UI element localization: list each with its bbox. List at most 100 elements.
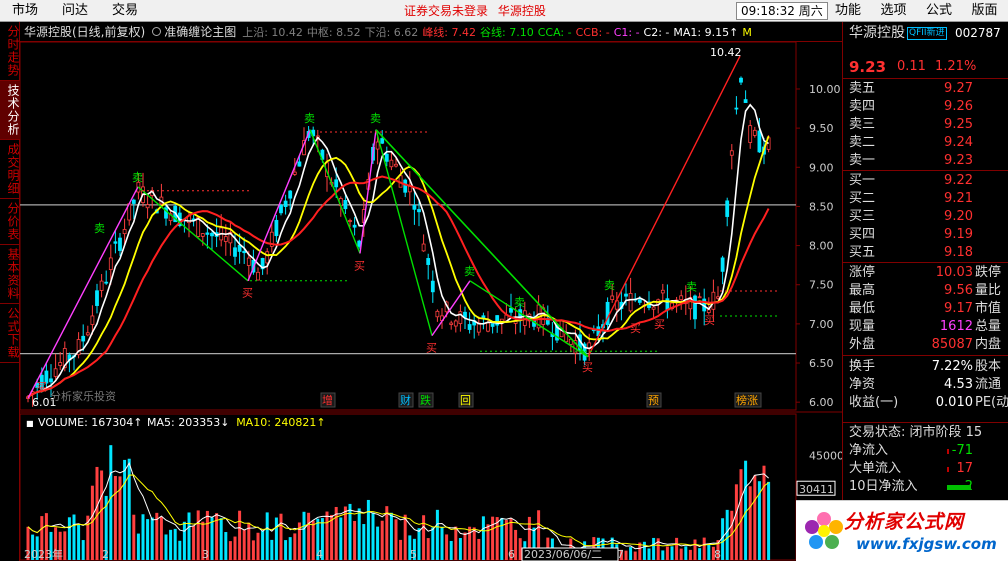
- candle-body: [743, 99, 748, 103]
- price-axis-label: 6.50: [809, 357, 834, 370]
- candle-body: [430, 280, 435, 293]
- logo-url[interactable]: www.fxjgsw.com: [856, 535, 997, 553]
- stat-row[interactable]: 最低 9.17 市值: [843, 300, 1008, 318]
- flow-row[interactable]: 净流入 -71: [843, 442, 1008, 460]
- menu-wenda[interactable]: 问达: [50, 0, 100, 22]
- volume-bar: [675, 537, 679, 560]
- bid-level[interactable]: 买一 9.22: [843, 172, 1008, 190]
- ask-level[interactable]: 卖二 9.24: [843, 134, 1008, 152]
- volume-bar: [702, 537, 706, 560]
- volume-bar: [325, 511, 329, 560]
- stat-row[interactable]: 收益(一) 0.010 PE(动: [843, 394, 1008, 412]
- flow-bar: [947, 449, 949, 454]
- volume-bar: [454, 526, 458, 560]
- candle-body: [99, 280, 104, 291]
- candle-body: [242, 250, 247, 254]
- volume-bar: [477, 538, 481, 560]
- top-menu-bar: 市场 问达 交易 证券交易未登录 华源控股 09:18:32 周六 功能 选项 …: [0, 0, 1008, 22]
- current-stock-title: 华源控股: [497, 4, 546, 18]
- volume-bar: [468, 526, 472, 560]
- indicator-name[interactable]: 准确缠论主图: [164, 23, 236, 40]
- volume-bar: [100, 470, 104, 560]
- stat-row[interactable]: 最高 9.56 量比: [843, 282, 1008, 300]
- volume-bar: [693, 539, 697, 560]
- quote-price-row: 9.23 0.11 1.21%: [843, 58, 1008, 78]
- volume-bar: [633, 551, 637, 560]
- bid-level[interactable]: 买三 9.20: [843, 208, 1008, 226]
- bid-level[interactable]: 买四 9.19: [843, 226, 1008, 244]
- flow-row[interactable]: 10日净流入-2: [843, 478, 1008, 496]
- candle-body: [81, 335, 86, 342]
- candle-body: [481, 315, 486, 319]
- bid-level-value: 9.20: [944, 209, 973, 224]
- bid-level[interactable]: 买五 9.18: [843, 244, 1008, 262]
- legend-item: CCA: -: [537, 25, 572, 39]
- ask-level[interactable]: 卖一 9.23: [843, 152, 1008, 170]
- volume-bar: [624, 550, 628, 560]
- flow-row-label: 净流入: [849, 443, 889, 458]
- login-status-text[interactable]: 证券交易未登录: [404, 4, 488, 18]
- date-axis-label: 4: [316, 548, 323, 561]
- volume-axis-label: 45000: [809, 449, 842, 462]
- candle-body: [108, 257, 113, 270]
- candle-body: [288, 190, 293, 199]
- flow-row-value: -71: [951, 443, 973, 458]
- volume-bar: [353, 520, 357, 560]
- quote-stock-name: 华源控股: [849, 25, 905, 41]
- stat-row[interactable]: 现量 1612 总量: [843, 318, 1008, 336]
- candle-body: [380, 138, 385, 144]
- volume-bar: [486, 524, 490, 560]
- volume-bar: [725, 509, 729, 560]
- stat-row[interactable]: 涨停 10.03 跌停: [843, 264, 1008, 282]
- ask-level[interactable]: 卖五 9.27: [843, 80, 1008, 98]
- volume-bar: [81, 540, 85, 560]
- volume-bar: [274, 517, 278, 560]
- candle-body: [246, 257, 251, 266]
- stat-row-value: 4.53: [944, 377, 973, 392]
- volume-bar: [192, 525, 196, 560]
- ask-level-value: 9.25: [944, 117, 973, 132]
- tab-technical[interactable]: 技术分析: [0, 81, 20, 140]
- volume-bar: [159, 516, 163, 560]
- kline-chart-area[interactable]: 华源控股(日线,前复权) 准确缠论主图 上沿: 10.42 中枢: 8.52 下沿:…: [20, 22, 842, 561]
- stat-row-label: 最低: [849, 301, 876, 316]
- tab-formula-download[interactable]: 公式下载: [0, 304, 20, 363]
- flow-row[interactable]: 大单流入 17: [843, 460, 1008, 478]
- candle-body: [90, 315, 95, 325]
- stat-row[interactable]: 换手 7.22% 股本: [843, 358, 1008, 376]
- ask-level-value: 9.24: [944, 135, 973, 150]
- flow-row-label: 大单流入: [849, 461, 902, 476]
- ask-level-label: 卖五: [849, 81, 876, 96]
- price-change: 0.11: [897, 59, 926, 74]
- tab-basic-info[interactable]: 基本资料: [0, 245, 20, 304]
- candle-body: [729, 150, 734, 156]
- stat-row[interactable]: 外盘 85087 内盘: [843, 336, 1008, 354]
- kline-chart-svg[interactable]: 10.009.509.008.508.007.507.006.506.00卖卖卖…: [20, 42, 842, 561]
- stat-row[interactable]: 净资 4.53 流通: [843, 376, 1008, 394]
- sell-signal-label: 卖: [132, 171, 143, 184]
- tab-intraday[interactable]: 分时走势: [0, 22, 20, 81]
- tab-price-table[interactable]: 分价表: [0, 199, 20, 245]
- sell-signal-label: 卖: [604, 279, 615, 292]
- ask-level[interactable]: 卖四 9.26: [843, 98, 1008, 116]
- volume-bar: [210, 517, 214, 560]
- volume-bar: [500, 517, 504, 560]
- bid-level[interactable]: 买二 9.21: [843, 190, 1008, 208]
- ask-level-value: 9.26: [944, 99, 973, 114]
- stat-row-extra: 流通: [975, 377, 1002, 392]
- indicator-toggle-icon[interactable]: [152, 27, 162, 36]
- quote-panel: 华源控股 QFII新进 002787 9.23 0.11 1.21% 卖五 9.2…: [842, 22, 1008, 561]
- chart-source-text: 分析家乐投资: [50, 389, 116, 403]
- stat-row-value: 85087: [931, 337, 973, 352]
- quote-header: 华源控股 QFII新进 002787: [843, 24, 1008, 42]
- candle-body: [58, 362, 63, 366]
- date-axis-label: 2023/06/06/二: [524, 548, 602, 561]
- menu-market[interactable]: 市场: [0, 0, 50, 22]
- candle-body: [122, 229, 127, 235]
- date-axis-label: 2023年: [24, 547, 63, 561]
- tab-trade-detail[interactable]: 成交明细: [0, 140, 20, 199]
- candle-body: [453, 320, 458, 327]
- menu-trade[interactable]: 交易: [100, 0, 150, 22]
- ask-level[interactable]: 卖三 9.25: [843, 116, 1008, 134]
- candle-body: [297, 161, 302, 167]
